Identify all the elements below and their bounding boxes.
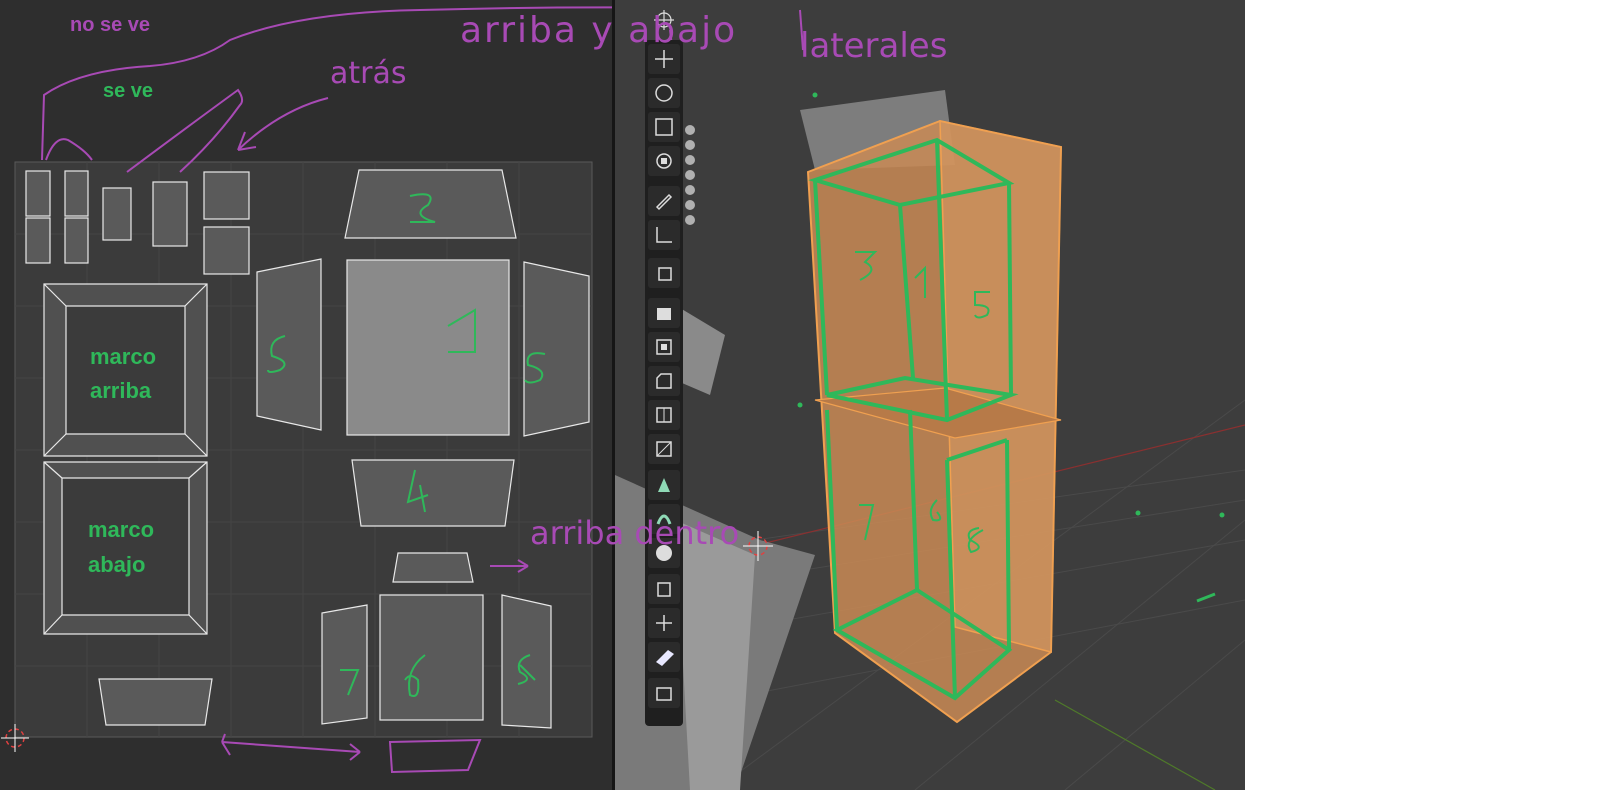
add-cube-tool[interactable]	[648, 258, 680, 288]
uv-island	[203, 171, 250, 220]
annotation-arriba-dentro: arriba dentro	[530, 514, 740, 552]
uv-island	[102, 187, 132, 241]
poly-build-icon	[658, 478, 670, 492]
shear-icon	[656, 650, 674, 666]
selected-cabinet	[806, 119, 1063, 724]
uv-island	[203, 226, 250, 275]
blank-area	[1245, 0, 1605, 808]
bevel-tool[interactable]	[648, 366, 680, 396]
uv-island-4	[351, 459, 515, 527]
viewport-scene[interactable]	[615, 0, 1245, 790]
add-cube-icon	[658, 267, 672, 281]
rotate-tool[interactable]	[648, 78, 680, 108]
uv-marco-arriba	[43, 283, 208, 457]
annotate-icon	[655, 193, 673, 211]
extrude-tool[interactable]	[648, 298, 680, 328]
edge-slide-icon	[657, 582, 671, 597]
chain-object	[685, 125, 695, 225]
uv-island-5-right	[523, 261, 590, 437]
scale-tool[interactable]	[648, 112, 680, 142]
uv-editor-panel[interactable]: no se ve se ve marco arriba marco abajo	[0, 0, 612, 790]
rip-icon	[656, 687, 672, 701]
uv-island-8	[501, 594, 552, 729]
sketch-rect	[388, 738, 482, 774]
move-icon	[655, 50, 673, 68]
bevel-icon	[656, 373, 672, 389]
arrow-atras	[237, 97, 329, 151]
arrow-bottom	[221, 733, 361, 761]
uv-island	[152, 181, 188, 247]
uv-island	[392, 552, 474, 583]
annotation-se-ve: se ve	[103, 80, 154, 102]
uv-island	[25, 217, 51, 264]
annotation-no-se-ve: no se ve	[70, 14, 151, 36]
loop-cut-tool[interactable]	[648, 400, 680, 430]
uv-island-1	[346, 259, 510, 436]
label-marco-abajo-1: marco	[88, 517, 155, 542]
uv-island-7	[321, 604, 368, 725]
annotation-atras: atrás	[330, 56, 407, 91]
arrow-no-se-ve	[45, 138, 93, 161]
label-marco-abajo-2: abajo	[88, 552, 146, 577]
measure-tool[interactable]	[648, 220, 680, 250]
poly-build-tool[interactable]	[648, 470, 680, 500]
extrude-icon	[657, 308, 671, 320]
inset-tool[interactable]	[648, 332, 680, 362]
uv-island-5-left	[256, 258, 322, 431]
uv-island	[64, 170, 89, 217]
annotation-laterales: laterales	[800, 26, 948, 66]
rip-tool[interactable]	[648, 678, 680, 708]
green-mark	[1196, 592, 1216, 603]
label-marco-arriba-1: marco	[90, 344, 157, 369]
shear-tool[interactable]	[648, 642, 680, 672]
shrink-fatten-icon	[656, 615, 672, 631]
uv-island	[64, 217, 89, 264]
tool-shelf	[645, 40, 683, 726]
rotate-icon	[655, 84, 673, 102]
uv-island	[98, 678, 213, 726]
transform-tool[interactable]	[648, 146, 680, 176]
3d-viewport[interactable]	[615, 0, 1245, 790]
annotate-tool[interactable]	[648, 186, 680, 216]
edge-slide-tool[interactable]	[648, 574, 680, 604]
knife-tool[interactable]	[648, 434, 680, 464]
label-marco-arriba-2: arriba	[90, 378, 152, 403]
y-axis-line	[1054, 699, 1216, 790]
uv-island	[25, 170, 51, 217]
uv-island-6	[379, 594, 484, 721]
uv-island-2	[344, 169, 517, 239]
annotation-arriba-y-abajo: arriba y abajo	[460, 10, 738, 51]
scale-icon	[655, 118, 673, 136]
measure-icon	[656, 227, 672, 243]
shrink-fatten-tool[interactable]	[648, 608, 680, 638]
uv-marco-abajo	[43, 461, 208, 635]
